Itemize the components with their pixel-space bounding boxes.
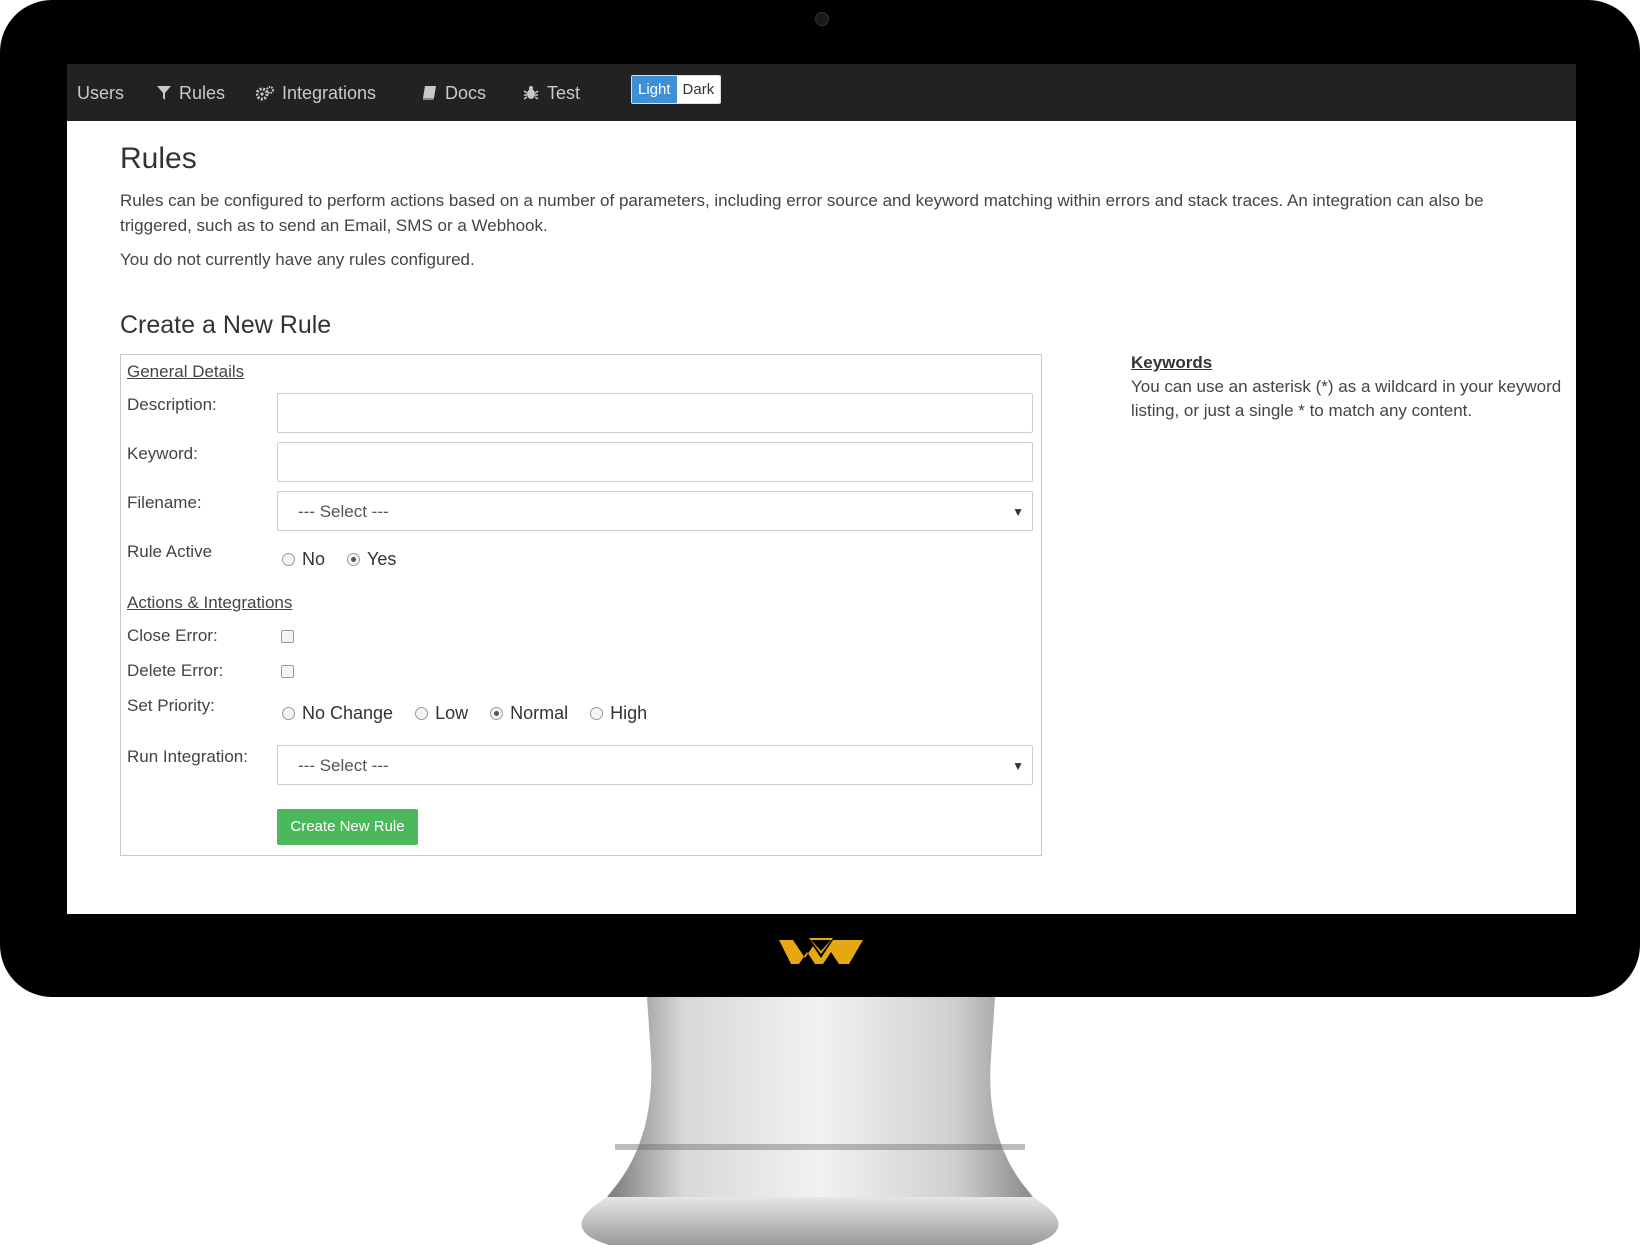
actions-integrations-legend: Actions & Integrations [127,593,293,612]
priority-normal-label: Normal [510,703,569,723]
nav-item-docs[interactable]: Docs [422,80,486,106]
delete-error-checkbox[interactable] [281,665,294,678]
set-priority-label: Set Priority: [127,696,215,715]
nav-item-rules[interactable]: Rules [157,80,225,106]
radio-no[interactable] [282,553,295,566]
book-icon [423,86,436,100]
close-error-checkbox[interactable] [281,630,294,643]
rule-active-yes-label: Yes [367,549,397,569]
nav-item-integrations[interactable]: Integrations [256,80,376,106]
intro-text: Rules can be configured to perform actio… [120,191,1484,235]
keyword-label: Keyword: [127,444,198,463]
description-label: Description: [127,395,217,414]
priority-low-option[interactable]: Low [415,703,468,724]
nav-item-users[interactable]: Users [67,80,124,106]
filter-icon [157,86,171,100]
top-navbar: Users Rules Integrations Docs Test Light… [67,64,1576,121]
priority-normal-option[interactable]: Normal [490,703,568,724]
filename-select[interactable]: --- Select --- ▼ [277,491,1033,531]
priority-no-change-option[interactable]: No Change [282,703,393,724]
keywords-help: Keywords You can use an asterisk (*) as … [1131,351,1571,423]
keywords-help-text: You can use an asterisk (*) as a wildcar… [1131,377,1562,420]
users-icon [67,85,69,101]
rule-active-yes-option[interactable]: Yes [347,549,396,570]
create-rule-title: Create a New Rule [120,311,332,339]
theme-dark-button[interactable]: Dark [676,76,721,103]
delete-error-label: Delete Error: [127,661,224,680]
nav-label-rules: Rules [179,82,226,103]
radio-no-change[interactable] [282,707,295,720]
monitor-frame: Users Rules Integrations Docs Test Light… [0,0,1640,997]
no-rules-message: You do not currently have any rules conf… [120,250,475,269]
priority-high-option[interactable]: High [590,703,647,724]
filename-label: Filename: [127,493,202,512]
filename-selected-value: --- Select --- [298,502,389,521]
radio-low[interactable] [415,707,429,720]
cogs-icon [256,86,274,101]
rule-active-label: Rule Active [127,542,213,561]
bug-icon [523,86,539,100]
nav-label-users: Users [77,82,125,103]
radio-normal[interactable] [490,707,504,720]
priority-radio-group: No Change Low Normal High [282,703,669,724]
camera-icon [815,12,829,26]
brand-logo-icon [779,938,863,964]
rule-active-no-label: No [302,549,326,569]
radio-yes[interactable] [347,553,361,566]
chevron-down-icon: ▼ [1012,505,1024,519]
close-error-label: Close Error: [127,626,218,645]
nav-label-test: Test [547,82,581,103]
run-integration-selected-value: --- Select --- [298,756,389,775]
run-integration-label: Run Integration: [127,747,248,766]
rule-active-no-option[interactable]: No [282,549,325,570]
app-screen: Users Rules Integrations Docs Test Light… [67,64,1576,914]
nav-label-docs: Docs [445,82,487,103]
page-title: Rules [120,142,197,175]
rule-active-radio-group: No Yes [282,549,418,570]
create-new-rule-button[interactable]: Create New Rule [277,809,418,845]
chevron-down-icon: ▼ [1012,759,1024,773]
radio-high[interactable] [590,707,604,720]
run-integration-select[interactable]: --- Select --- ▼ [277,745,1033,785]
theme-toggle: Light Dark [631,75,722,104]
priority-no-change-label: No Change [302,703,394,723]
create-rule-form: General Details Description: Keyword: Fi… [120,354,1042,856]
description-input[interactable] [277,393,1033,433]
nav-item-test[interactable]: Test [523,80,580,106]
keywords-help-title: Keywords [1131,353,1213,372]
theme-light-button[interactable]: Light [632,76,677,103]
general-details-legend: General Details [127,362,245,381]
priority-high-label: High [610,703,648,723]
priority-low-label: Low [435,703,469,723]
nav-label-integrations: Integrations [282,82,377,103]
keyword-input[interactable] [277,442,1033,482]
monitor-stand [581,997,1059,1245]
